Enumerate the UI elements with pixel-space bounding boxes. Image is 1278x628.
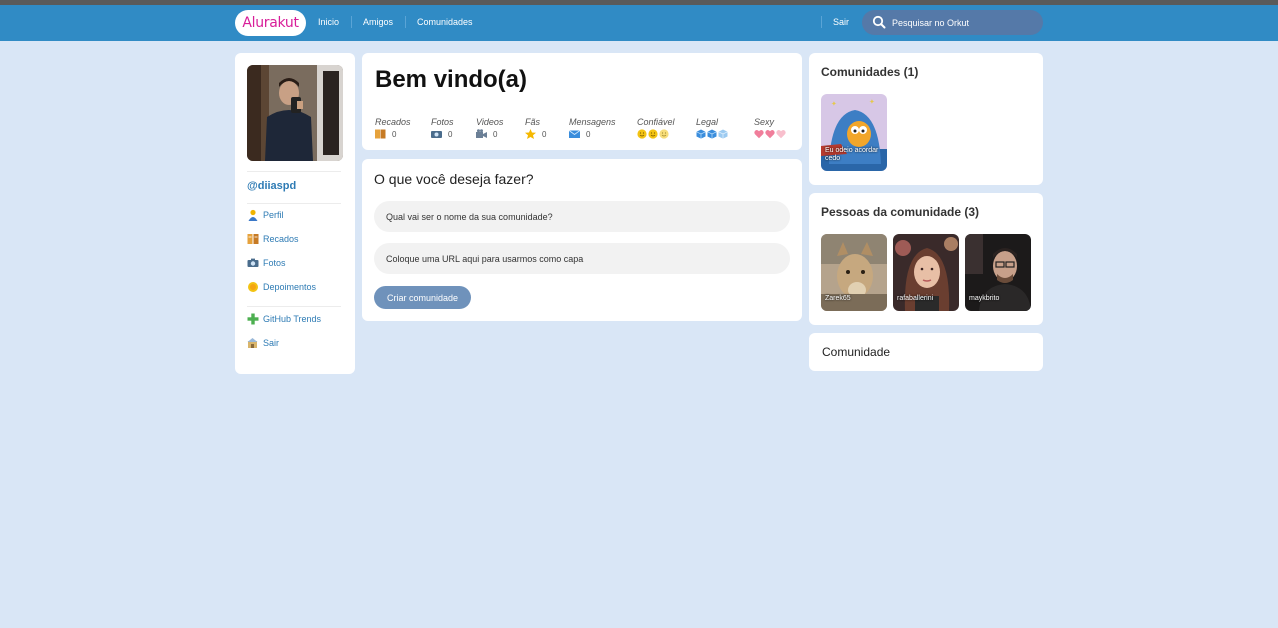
heart-icon (754, 130, 764, 139)
smiley-icon (637, 129, 647, 139)
book-icon (247, 234, 259, 244)
community-box: Comunidade (809, 333, 1043, 371)
heart-icon (776, 130, 786, 139)
community-name-input[interactable] (374, 201, 790, 232)
communities-title: Comunidades (1) (821, 65, 919, 79)
person-tile[interactable]: Zarek65 (821, 234, 887, 311)
stat-fas[interactable]: Fãs 0 (525, 117, 546, 139)
divider (247, 171, 341, 172)
stat-label: Videos (476, 117, 504, 127)
book-icon (375, 129, 386, 139)
plus-icon (247, 313, 259, 325)
sidebar-item-fotos[interactable]: Fotos (247, 256, 286, 270)
cube-icon (696, 129, 706, 139)
logout-link[interactable]: Sair (833, 17, 849, 27)
camera-icon (247, 258, 259, 267)
sidebar-item-label: GitHub Trends (263, 314, 322, 324)
alurakut-logo[interactable]: Alurakut (235, 10, 306, 36)
heart-icon (765, 130, 775, 139)
nav-divider (351, 16, 352, 28)
community-name: Eu odeio acordar cedo (825, 147, 879, 162)
create-community-button[interactable]: Criar comunidade (374, 286, 471, 309)
sidebar-item-depoimentos[interactable]: Depoimentos (247, 280, 316, 294)
person-tile[interactable]: rafaballerini (893, 234, 959, 311)
sidebar-item-recados[interactable]: Recados (247, 232, 299, 246)
stat-value: 0 (392, 129, 397, 139)
smiley-icon (648, 129, 658, 139)
logout-icon (247, 338, 258, 348)
people-box: Pessoas da comunidade (3) Zarek65 rafaba… (809, 193, 1043, 325)
cube-icon (707, 129, 717, 139)
stat-value: 0 (586, 129, 591, 139)
sidebar-item-label: Perfil (263, 210, 284, 220)
stat-label: Mensagens (569, 117, 616, 127)
divider (247, 306, 341, 307)
stat-label: Recados (375, 117, 411, 127)
welcome-box: Bem vindo(a) Recados 0 Fotos 0 Videos 0 … (362, 53, 802, 150)
sidebar-item-label: Fotos (263, 258, 286, 268)
sidebar-item-sair[interactable]: Sair (247, 336, 279, 350)
stat-value: 0 (448, 129, 453, 139)
stat-fotos[interactable]: Fotos 0 (431, 117, 454, 139)
cube-icon (718, 129, 728, 139)
video-icon (476, 129, 487, 138)
stat-label: Fãs (525, 117, 541, 127)
profile-username[interactable]: @diiaspd (247, 180, 296, 192)
stat-value: 0 (493, 129, 498, 139)
svg-text:✦: ✦ (831, 100, 837, 108)
stat-value: 0 (542, 129, 547, 139)
nav-divider (821, 16, 822, 28)
sidebar-item-github-trends[interactable]: GitHub Trends (247, 312, 321, 326)
person-name: rafaballerini (897, 295, 934, 302)
sidebar-item-perfil[interactable]: Perfil (247, 208, 284, 222)
rating-legal[interactable]: Legal (696, 117, 728, 139)
welcome-title: Bem vindo(a) (375, 66, 528, 93)
rating-sexy[interactable]: Sexy (754, 117, 786, 139)
sun-icon (248, 282, 258, 292)
communities-box: Comunidades (1) ✦ ✦ Eu odeio acordar ced… (809, 53, 1043, 185)
people-title: Pessoas da comunidade (3) (821, 205, 980, 219)
stat-recados[interactable]: Recados 0 (375, 117, 411, 139)
create-community-box: O que você deseja fazer? Criar comunidad… (362, 159, 802, 321)
person-tile[interactable]: maykbrito (965, 234, 1031, 311)
community-box-title: Comunidade (822, 345, 891, 359)
sidebar-item-label: Recados (263, 234, 299, 244)
nav-divider (405, 16, 406, 28)
rating-label: Legal (696, 117, 719, 127)
nav-amigos[interactable]: Amigos (363, 17, 393, 27)
person-name: Zarek65 (825, 295, 851, 302)
create-title: O que você deseja fazer? (374, 171, 534, 187)
rating-label: Confiável (637, 117, 675, 127)
divider (247, 203, 341, 204)
nav-comunidades[interactable]: Comunidades (417, 17, 473, 27)
stat-label: Fotos (431, 117, 454, 127)
mail-icon (569, 130, 580, 138)
search-bar (862, 10, 1043, 35)
stat-mensagens[interactable]: Mensagens 0 (569, 117, 616, 139)
svg-text:✦: ✦ (869, 98, 875, 106)
nav-inicio[interactable]: Inicio (318, 17, 339, 27)
user-icon (248, 209, 258, 221)
smiley-icon (659, 129, 669, 139)
avatar[interactable] (247, 65, 343, 161)
search-input[interactable] (892, 10, 1037, 35)
profile-sidebar: @diiaspd Perfil Recados Fotos Depoimento… (235, 53, 355, 374)
sidebar-item-label: Sair (263, 338, 280, 348)
sidebar-item-label: Depoimentos (263, 282, 317, 292)
camera-icon (431, 131, 442, 138)
person-name: maykbrito (969, 295, 1000, 302)
top-menu: Alurakut Inicio Amigos Comunidades Sair (0, 5, 1278, 41)
community-url-input[interactable] (374, 243, 790, 274)
stat-videos[interactable]: Videos 0 (476, 117, 503, 139)
rating-confiavel[interactable]: Confiável (637, 117, 675, 139)
community-tile[interactable]: ✦ ✦ Eu odeio acordar cedo (821, 94, 887, 171)
rating-label: Sexy (754, 117, 775, 127)
search-icon[interactable] (872, 15, 886, 29)
star-icon (525, 129, 536, 139)
